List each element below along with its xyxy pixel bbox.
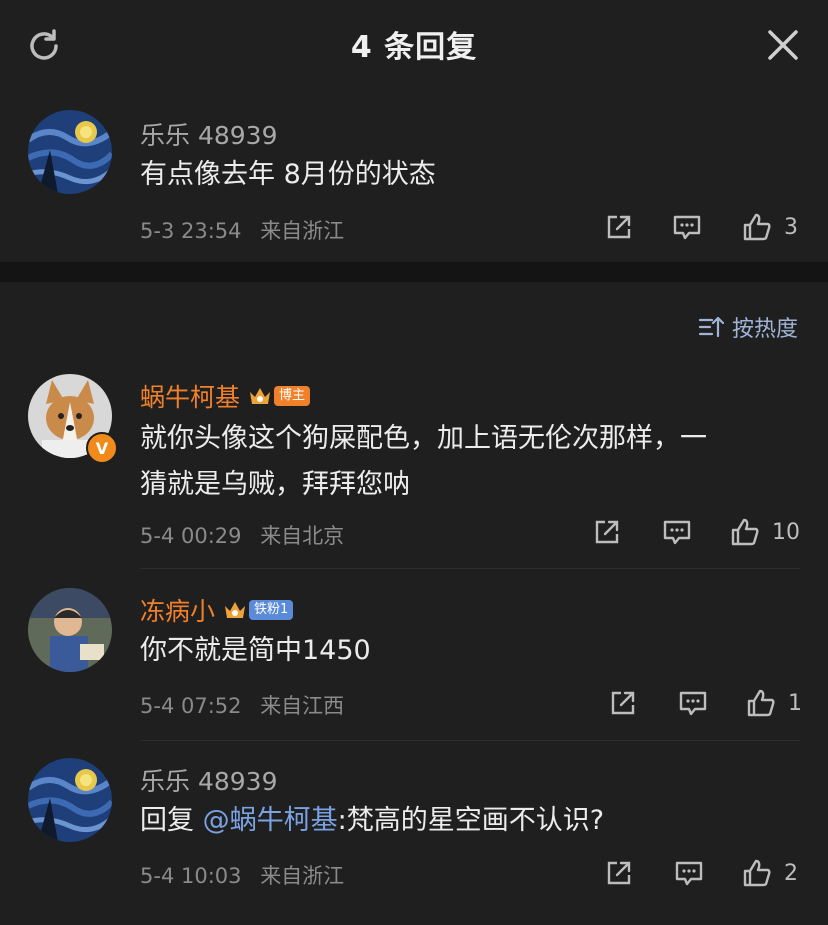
comment-text: 就你头像这个狗屎配色，加上语无伦次那样，一 猜就是乌贼，拜拜您呐 (140, 416, 790, 508)
like-icon[interactable] (730, 517, 760, 547)
badge-label: 铁粉1 (249, 600, 294, 620)
comment-icon[interactable] (672, 212, 702, 242)
verified-badge: V (86, 432, 118, 464)
sort-label: 按热度 (731, 317, 798, 342)
username-row: 冻病小 铁粉1 (140, 592, 294, 628)
like-icon[interactable] (742, 858, 772, 888)
share-icon[interactable] (604, 212, 634, 242)
avatar[interactable] (28, 588, 112, 672)
comment-text: 有点像去年 8月份的状态 (140, 159, 436, 190)
comment-text: 你不就是简中1450 (140, 635, 371, 666)
like-icon[interactable] (742, 212, 772, 242)
share-icon[interactable] (604, 858, 634, 888)
divider (140, 568, 800, 569)
like-count: 10 (772, 520, 800, 545)
avatar[interactable] (28, 758, 112, 842)
dialog-header: 4 条回复 (0, 0, 828, 90)
sort-button[interactable]: 按热度 (698, 312, 798, 342)
mention-link[interactable]: @蜗牛柯基 (203, 805, 338, 836)
comment-text-line: 就你头像这个狗屎配色，加上语无伦次那样，一 (140, 423, 707, 454)
crown-icon (225, 602, 246, 618)
comment-text: 回复 @蜗牛柯基:梵高的星空画不认识? (140, 798, 790, 844)
badge-label: 博主 (274, 386, 311, 406)
starry-night-avatar-image (28, 758, 112, 842)
share-icon[interactable] (608, 688, 638, 718)
child-avatar-image (28, 588, 112, 672)
avatar[interactable] (28, 110, 112, 194)
comment-actions: 1 (0, 688, 828, 722)
username[interactable]: 乐乐 48939 (140, 762, 277, 798)
username[interactable]: 乐乐 48939 (140, 116, 277, 152)
like-icon[interactable] (746, 688, 776, 718)
sort-icon (698, 316, 724, 338)
like-count: 3 (784, 215, 798, 240)
like-count: 1 (788, 691, 802, 716)
comment-actions: 10 (0, 517, 828, 551)
comment-icon[interactable] (678, 688, 708, 718)
like-count: 2 (784, 861, 798, 886)
reply-prefix: 回复 (140, 805, 203, 836)
username-row: 蜗牛柯基 博主 (140, 378, 311, 414)
crown-icon (250, 388, 271, 404)
username[interactable]: 冻病小 (140, 592, 215, 628)
username[interactable]: 蜗牛柯基 (140, 378, 240, 414)
close-icon[interactable] (766, 28, 800, 62)
share-icon[interactable] (592, 517, 622, 547)
comment-text-line: 猜就是乌贼，拜拜您呐 (140, 469, 410, 500)
starry-night-avatar-image (28, 110, 112, 194)
blogger-badge: 博主 (248, 384, 311, 408)
comment-icon[interactable] (662, 517, 692, 547)
comment-icon[interactable] (674, 858, 704, 888)
fan-badge: 铁粉1 (223, 598, 294, 622)
reply-text: :梵高的星空画不认识? (337, 805, 605, 836)
section-divider (0, 262, 828, 282)
page-title: 4 条回复 (350, 30, 478, 65)
divider (140, 740, 800, 741)
comment-actions: 3 (0, 212, 828, 246)
comment-actions: 2 (0, 858, 828, 892)
